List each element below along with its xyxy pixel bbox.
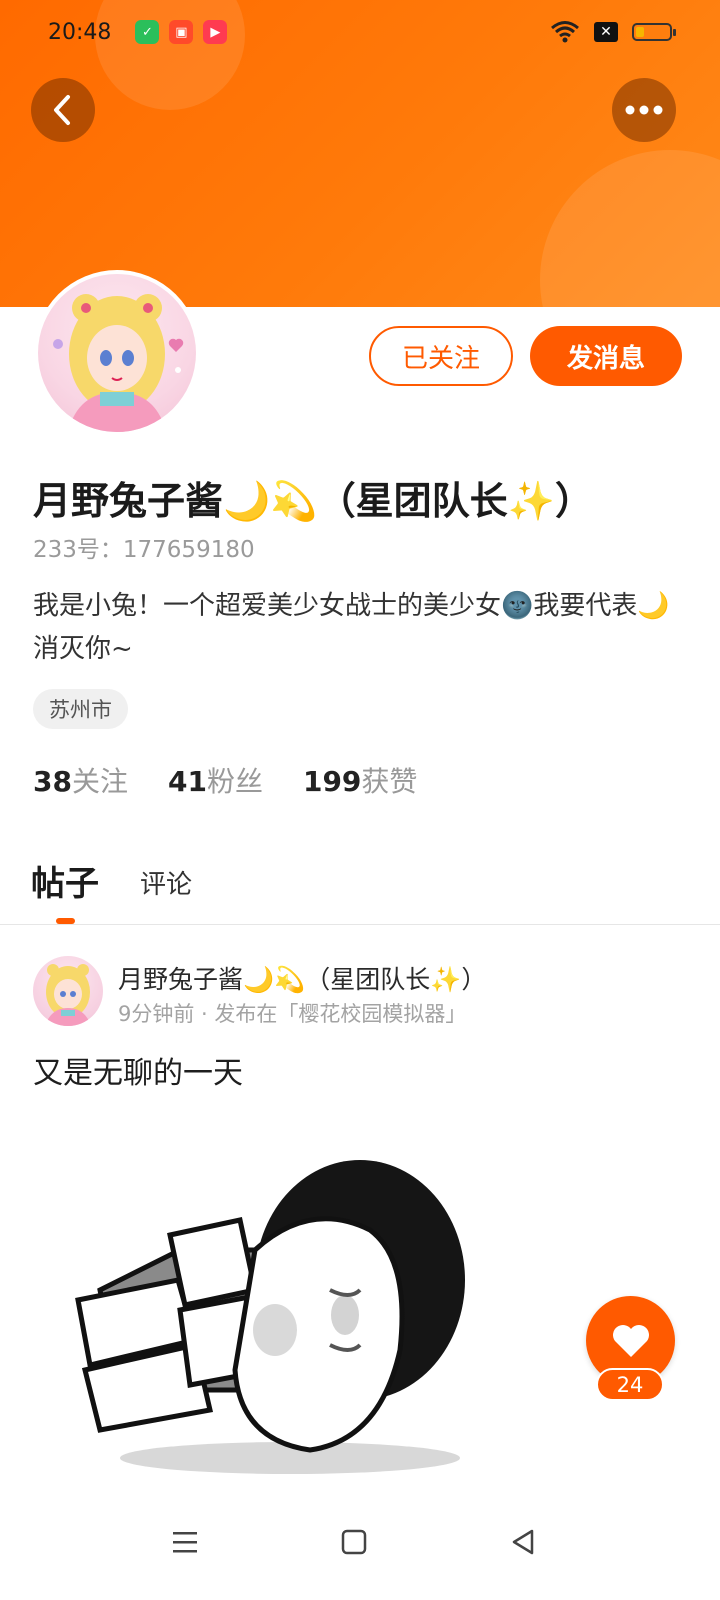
battery-fill xyxy=(636,27,644,37)
stat-label: 粉丝 xyxy=(206,765,263,798)
more-button[interactable] xyxy=(612,78,676,142)
wifi-icon xyxy=(551,21,579,43)
home-square-icon xyxy=(341,1529,367,1555)
menu-button[interactable] xyxy=(155,1512,215,1572)
more-horizontal-icon xyxy=(625,105,663,115)
status-right: ✕ xyxy=(550,20,676,44)
stat-label: 获赞 xyxy=(361,765,418,798)
no-sim-icon: ✕ xyxy=(594,22,618,42)
profile-stats: 38关注 41粉丝 199获赞 xyxy=(33,760,417,800)
send-message-button[interactable]: 发消息 xyxy=(530,326,682,386)
chevron-left-icon xyxy=(54,95,70,125)
system-back-button[interactable] xyxy=(493,1512,553,1572)
avatar[interactable] xyxy=(34,270,200,436)
post-author-avatar[interactable] xyxy=(33,956,103,1026)
profile-nickname: 月野兔子酱🌙💫（星团队长✨） xyxy=(33,479,593,523)
heart-icon xyxy=(612,1324,649,1357)
stat-following[interactable]: 38关注 xyxy=(33,760,128,800)
back-button[interactable] xyxy=(31,78,95,142)
status-time: 20:48 xyxy=(48,19,112,45)
like-count-badge: 24 xyxy=(596,1368,664,1401)
meme-drawing xyxy=(75,1160,465,1474)
wechat-icon: ✓ xyxy=(135,20,160,44)
profile-uid: 233号：177659180 xyxy=(33,537,255,563)
stat-number: 38 xyxy=(33,765,72,798)
video-app-icon: ▶ xyxy=(203,20,228,44)
stat-number: 41 xyxy=(167,765,207,798)
stat-likes: 199获赞 xyxy=(303,760,417,800)
status-left: 20:48 ✓ ▣ ▶ xyxy=(48,19,228,45)
post-image[interactable] xyxy=(60,1140,490,1480)
battery-icon xyxy=(632,23,676,41)
avatar-image xyxy=(38,274,196,432)
location-tag[interactable]: 苏州市 xyxy=(33,689,128,729)
post-author-name[interactable]: 月野兔子酱🌙💫（星团队长✨） xyxy=(118,960,486,996)
kuaishou-icon: ▣ xyxy=(169,20,194,44)
anime-girl-illustration xyxy=(45,964,91,1026)
tab-comments[interactable]: 评论 xyxy=(140,864,192,901)
post-meta: 9分钟前 · 发布在「樱花校园模拟器」 xyxy=(118,1002,467,1026)
back-triangle-icon xyxy=(512,1529,534,1555)
system-nav-bar xyxy=(0,1490,720,1600)
menu-icon xyxy=(173,1532,197,1553)
anime-girl-illustration xyxy=(53,294,184,432)
stat-number: 199 xyxy=(302,765,362,798)
post-text[interactable]: 又是无聊的一天 xyxy=(33,1048,243,1092)
stat-label: 关注 xyxy=(71,765,128,798)
divider xyxy=(0,924,720,925)
profile-bio: 我是小兔！一个超爱美少女战士的美少女🌚我要代表🌙消灭你~ xyxy=(33,591,670,664)
status-bar: 20:48 ✓ ▣ ▶ ✕ xyxy=(0,0,720,64)
home-button[interactable] xyxy=(324,1512,384,1572)
follow-button[interactable]: 已关注 xyxy=(369,326,513,386)
tab-posts[interactable]: 帖子 xyxy=(31,856,99,905)
stat-followers[interactable]: 41粉丝 xyxy=(168,760,263,800)
header-decoration xyxy=(540,150,720,307)
